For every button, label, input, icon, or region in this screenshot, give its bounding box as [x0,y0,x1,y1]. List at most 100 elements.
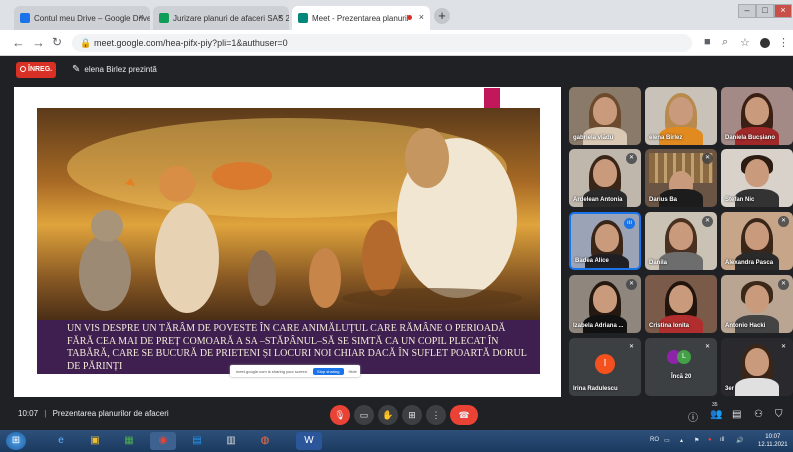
tray-arrow-icon[interactable]: ▴ [680,437,683,444]
muted-mic-icon: ✕ [778,279,789,290]
more-participants-tile[interactable]: L ✕ Încă 20 [645,338,717,396]
flag-icon[interactable]: ⚑ [694,437,699,444]
firefox-icon[interactable]: ◍ [252,432,278,450]
url-field[interactable]: 🔒 meet.google.com/hea-pifx-piy?pli=1&aut… [72,34,692,52]
close-tab-icon[interactable]: × [278,12,283,22]
tab-meet[interactable]: Meet - Prezentarea planuril × [292,6,430,30]
network-signal-icon[interactable]: ıll [720,437,724,443]
record-icon [20,66,26,73]
meeting-time: 10:07 [18,409,39,418]
participant-count-badge: 35 [712,402,718,408]
more-participants-label: Încă 20 [671,374,692,380]
volume-icon[interactable]: 🔊 [736,437,743,444]
menu-kebab-icon[interactable]: ⋮ [778,36,789,49]
tab-label: Meet - Prezentarea planuril [312,13,409,23]
address-bar: ← → ↻ 🔒 meet.google.com/hea-pifx-piy?pli… [0,30,793,56]
chrome-icon[interactable]: ◉ [150,432,176,450]
url-text: meet.google.com/hea-pifx-piy?pli=1&authu… [94,38,288,48]
screen-share-notice: meet.google.com is sharing your screen. … [230,365,360,377]
participant-avatar: I [595,354,615,374]
participant-tile[interactable]: gabriela vlădu [569,87,641,145]
windows-logo-icon: ⊞ [11,435,21,446]
keyboard-icon[interactable]: ▭ [664,437,670,444]
raise-hand-button[interactable]: ✋ [378,405,398,425]
participant-face [745,348,769,376]
clock-date: 12.11.2021 [758,442,788,448]
participant-tile[interactable]: I ✕ Irina Radulescu [569,338,641,396]
participant-name: Badea Alice [575,258,609,264]
close-window-button[interactable]: × [774,4,792,18]
people-icon[interactable]: 👥 [710,409,722,420]
start-button[interactable]: ⊞ [6,432,26,450]
stop-sharing-button[interactable]: Stop sharing [313,367,344,375]
participant-name: Cristina Ionita [649,323,690,329]
muted-mic-icon: ✕ [702,153,713,164]
participant-tile[interactable]: Cristina Ionita [645,275,717,333]
participant-tile[interactable]: ✕ Alexandra Pasca [721,212,793,270]
more-options-button[interactable]: ⋮ [426,405,446,425]
profile-avatar[interactable] [760,38,770,48]
recording-dot-icon [407,15,412,20]
participant-name: Ardelean Antonia [573,197,623,203]
participant-face [595,224,619,252]
camera-button[interactable]: ▭ [354,405,374,425]
reload-icon[interactable]: ↻ [52,35,62,49]
network-app-icon[interactable]: ▤ [184,432,210,450]
muted-mic-icon: ✕ [704,344,711,350]
participant-face [745,285,769,313]
activities-icon[interactable]: ⚇ [754,409,763,420]
participant-name: gabriela vlădu [573,135,614,141]
google-meet-icon [298,13,308,23]
back-icon[interactable]: ← [12,35,25,50]
participant-tile[interactable]: ✕ 3er [721,338,793,396]
participant-name: Alexandra Pasca [725,260,774,266]
host-controls-icon[interactable]: ⛉ [775,409,783,420]
maximize-button[interactable]: □ [756,4,774,18]
notepad-icon[interactable]: ▥ [218,432,244,450]
participant-tile-speaking[interactable]: ııı Badea Alice [569,212,641,270]
system-clock[interactable]: 10:07 12.11.2021 [758,433,788,449]
share-notice-text: meet.google.com is sharing your screen. [236,368,309,374]
language-indicator[interactable]: RO [650,437,659,443]
close-tab-icon[interactable]: × [419,12,424,22]
internet-explorer-icon[interactable]: e [48,432,74,450]
participant-name: Danila [649,260,668,266]
phone-hangup-icon: ☎ [458,410,470,420]
present-button[interactable]: ⊞ [402,405,422,425]
participant-tile[interactable]: Stefan Nic [721,149,793,207]
participant-tile[interactable]: ✕ Izabela Adriana ... [569,275,641,333]
participant-tile[interactable]: Daniela Bucșiano [721,87,793,145]
forward-icon[interactable]: → [32,35,45,50]
meeting-info-icon[interactable]: ⓘ [688,409,698,424]
tab-google-drive[interactable]: Contul meu Drive – Google Drive × [14,6,150,30]
tab-label: Contul meu Drive – Google Drive [34,13,150,23]
slide-image-cats-and-dogs [37,108,540,320]
bookmark-star-icon[interactable]: ☆ [740,36,750,49]
hide-button[interactable]: Hide [349,369,357,374]
word-icon[interactable]: W [296,432,322,450]
leave-call-button[interactable]: ☎ [450,405,478,425]
zoom-icon[interactable]: ⌕ [722,36,728,49]
chat-icon[interactable]: ▤ [732,409,741,420]
close-tab-icon[interactable]: × [139,12,144,22]
file-explorer-icon[interactable]: ▣ [82,432,108,450]
meeting-title: Prezentarea planurilor de afaceri [52,409,169,418]
mic-off-button[interactable]: 🎙 [330,405,350,425]
lock-icon: 🔒 [80,38,92,48]
security-icon[interactable]: ● [708,437,712,443]
new-tab-button[interactable]: + [434,8,450,24]
tab-jurizare[interactable]: Jurizare planuri de afaceri SAS 2( × [153,6,289,30]
participant-tile[interactable]: ✕ Ardelean Antonia [569,149,641,207]
participant-name: Antonio Hacki [725,323,766,329]
participant-face [593,97,617,125]
muted-mic-icon: ✕ [628,344,635,350]
minimize-button[interactable]: – [738,4,756,18]
participant-tile[interactable]: ✕ Darius Ba [645,149,717,207]
recording-label: ÎNREG. [28,66,53,73]
camera-permission-icon[interactable]: ■ [704,36,711,48]
excel-icon[interactable]: ▦ [116,432,142,450]
participant-tile[interactable]: ✕ Antonio Hacki [721,275,793,333]
participant-tile[interactable]: ✕ Danila [645,212,717,270]
participant-tile[interactable]: elena Birlez [645,87,717,145]
mic-off-icon: 🎙 [334,410,346,420]
